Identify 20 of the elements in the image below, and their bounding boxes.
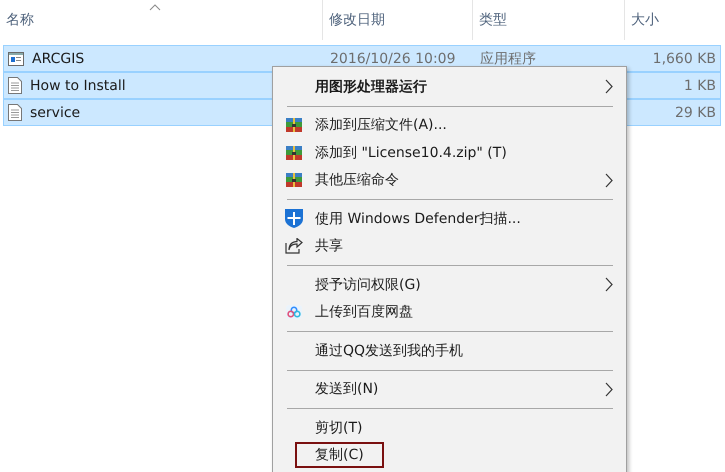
type-text: 应用程序 — [480, 50, 536, 68]
file-name: How to Install — [30, 78, 126, 94]
menu-label: 共享 — [315, 237, 343, 256]
size-text: 1,660 KB — [652, 50, 716, 66]
size-text: 29 KB — [674, 104, 716, 120]
menu-label: 添加到压缩文件(A)... — [315, 116, 447, 134]
menu-label: 其他压缩命令 — [315, 171, 399, 190]
file-name: service — [30, 104, 80, 120]
menu-label: 通过QQ发送到我的手机 — [315, 342, 464, 360]
size-text: 1 KB — [684, 78, 716, 94]
menu-label: 使用 Windows Defender扫描... — [315, 210, 521, 228]
menu-label: 添加到 "License10.4.zip" (T) — [315, 144, 507, 162]
file-name: ARCGIS — [32, 50, 84, 66]
menu-label: 发送到(N) — [315, 380, 378, 398]
highlight-frame: 复制(C) — [297, 444, 382, 466]
menu-label: 剪切(T) — [315, 418, 362, 437]
date-text: 2016/10/26 10:09 — [330, 50, 456, 66]
menu-label: 上传到百度网盘 — [315, 303, 413, 322]
menu-label: 授予访问权限(G) — [315, 276, 421, 294]
menu-label: 用图形处理器运行 — [315, 78, 427, 96]
